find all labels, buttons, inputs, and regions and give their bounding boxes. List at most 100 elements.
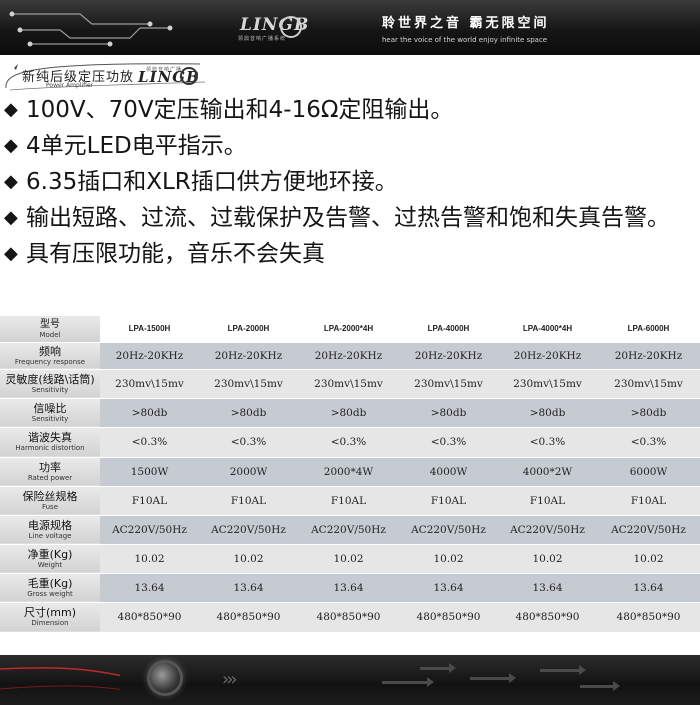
spec-label: 频响 Frequency response <box>0 342 100 369</box>
spec-cell: >80db <box>399 398 498 427</box>
spec-label-en: Harmonic distortion <box>15 444 85 452</box>
product-title: 新纯后级定压功放 Power Amplifier 领鼎音响广播 LINGB <box>0 58 700 92</box>
spec-cell: F10AL <box>597 486 700 515</box>
spec-cell: 480*850*90 <box>498 602 597 632</box>
spec-cell: 4000*2W <box>498 457 597 486</box>
spec-label-cn: 型号 <box>40 318 60 330</box>
spec-label-en: Weight <box>37 560 63 569</box>
spec-label: 灵敏度(线路\话筒) Sensitivity <box>0 369 100 398</box>
spec-row-model: 型号 Model LPA-1500H LPA-2000H LPA-2000*4H … <box>0 316 700 342</box>
spec-cell: 480*850*90 <box>100 602 199 632</box>
spec-label-cn: 保险丝规格 <box>22 489 78 503</box>
spec-cell: 480*850*90 <box>298 602 399 632</box>
brand-logo: LINGB 领鼎音响广播系统 <box>236 14 308 42</box>
spec-cell: 20Hz-20KHz <box>399 342 498 369</box>
spec-label-cn: 信噪比 <box>33 401 67 415</box>
spec-cell: <0.3% <box>597 427 700 457</box>
spec-row-power: 功率 Rated power 1500W 2000W 2000*4W 4000W … <box>0 457 700 486</box>
feature-item: ◆ 100V、70V定压输出和4-16Ω定阻输出。 <box>0 92 700 128</box>
spec-row-gross-weight: 毛重(Kg) Gross weight 13.64 13.64 13.64 13.… <box>0 573 700 602</box>
spec-cell: 20Hz-20KHz <box>298 342 399 369</box>
spec-cell: 4000W <box>399 457 498 486</box>
spec-label: 净重(Kg) Weight <box>0 544 100 573</box>
spec-label-en: Line voltage <box>28 531 72 540</box>
spec-cell: 230mv\15mv <box>597 369 700 398</box>
spec-cell: >80db <box>298 398 399 427</box>
knob-icon <box>150 663 180 693</box>
spec-cell: AC220V/50Hz <box>597 515 700 544</box>
spec-cell: 230mv\15mv <box>399 369 498 398</box>
diamond-bullet-icon: ◆ <box>4 243 18 264</box>
spec-cell: LPA-6000H <box>597 316 700 342</box>
feature-item: ◆ 输出短路、过流、过载保护及告警、过热告警和饱和失真告警。 <box>0 200 696 236</box>
spec-cell: LPA-1500H <box>100 316 199 342</box>
spec-cell: AC220V/50Hz <box>199 515 298 544</box>
spec-cell: F10AL <box>399 486 498 515</box>
feature-item: ◆ 具有压限功能，音乐不会失真 <box>0 236 700 272</box>
spec-cell: 10.02 <box>100 544 199 573</box>
diamond-bullet-icon: ◆ <box>4 207 18 228</box>
arrow-right-icon <box>420 663 456 673</box>
spec-cell: 230mv\15mv <box>498 369 597 398</box>
spec-row-distortion: 谐波失真 Harmonic distortion <0.3% <0.3% <0.3… <box>0 427 700 457</box>
feature-item: ◆ 4单元LED电平指示。 <box>0 128 700 164</box>
arrow-right-icon <box>580 681 620 691</box>
spec-cell: 13.64 <box>597 573 700 602</box>
spec-label: 保险丝规格 Fuse <box>0 486 100 515</box>
spec-cell: <0.3% <box>100 427 199 457</box>
spec-cell: LPA-4000H <box>399 316 498 342</box>
spec-cell: 10.02 <box>597 544 700 573</box>
spec-cell: 2000W <box>199 457 298 486</box>
spec-cell: <0.3% <box>498 427 597 457</box>
product-title-en: Power Amplifier <box>46 82 94 89</box>
spec-label-en: Rated power <box>27 473 73 482</box>
arrow-right-icon <box>470 673 516 683</box>
arrow-right-icon <box>382 677 434 687</box>
feature-text: 100V、70V定压输出和4-16Ω定阻输出。 <box>26 97 454 123</box>
spec-label-cn: 毛重(Kg) <box>27 576 73 590</box>
spec-cell: 480*850*90 <box>399 602 498 632</box>
spec-cell: 6000W <box>597 457 700 486</box>
spec-label-cn: 谐波失真 <box>28 431 72 444</box>
spec-cell: 230mv\15mv <box>100 369 199 398</box>
spec-cell: 10.02 <box>498 544 597 573</box>
spec-row-dimension: 尺寸(mm) Dimension 480*850*90 480*850*90 48… <box>0 602 700 632</box>
spec-label-en: Frequency response <box>14 357 86 366</box>
spec-table: 型号 Model LPA-1500H LPA-2000H LPA-2000*4H … <box>0 316 700 633</box>
spec-label-cn: 频响 <box>39 344 61 358</box>
spec-cell: 480*850*90 <box>597 602 700 632</box>
spec-cell: <0.3% <box>298 427 399 457</box>
spec-cell: LPA-4000*4H <box>498 316 597 342</box>
spec-label-cn: 净重(Kg) <box>27 547 73 561</box>
spec-label: 型号 Model <box>0 316 100 342</box>
product-logo-ring-icon <box>180 67 198 85</box>
spec-cell: F10AL <box>298 486 399 515</box>
spec-cell: 13.64 <box>498 573 597 602</box>
feature-list: ◆ 100V、70V定压输出和4-16Ω定阻输出。 ◆ 4单元LED电平指示。 … <box>0 92 700 272</box>
spec-cell: 20Hz-20KHz <box>199 342 298 369</box>
spec-row-snr: 信噪比 Sensitivity >80db >80db >80db >80db >… <box>0 398 700 427</box>
spec-label-en: Sensitivity <box>31 385 69 394</box>
spec-label: 信噪比 Sensitivity <box>0 398 100 427</box>
spec-row-weight: 净重(Kg) Weight 10.02 10.02 10.02 10.02 10.… <box>0 544 700 573</box>
spec-row-line-voltage: 电源规格 Line voltage AC220V/50Hz AC220V/50Hz… <box>0 515 700 544</box>
spec-cell: 10.02 <box>399 544 498 573</box>
spec-label-en: Sensitivity <box>31 414 69 423</box>
feature-item: ◆ 6.35插口和XLR插口供方便地环接。 <box>0 164 700 200</box>
spec-cell: 13.64 <box>100 573 199 602</box>
spec-label: 谐波失真 Harmonic distortion <box>0 427 100 457</box>
spec-cell: F10AL <box>199 486 298 515</box>
spec-label: 电源规格 Line voltage <box>0 515 100 544</box>
spec-label-cn: 电源规格 <box>28 518 72 532</box>
spec-cell: 13.64 <box>298 573 399 602</box>
feature-text: 4单元LED电平指示。 <box>26 133 247 159</box>
spec-label-en: Model <box>39 330 61 339</box>
spec-cell: 13.64 <box>199 573 298 602</box>
spec-label: 毛重(Kg) Gross weight <box>0 573 100 602</box>
diamond-bullet-icon: ◆ <box>4 135 18 156</box>
spec-cell: F10AL <box>498 486 597 515</box>
spec-cell: F10AL <box>100 486 199 515</box>
slogan-chinese: 聆世界之音 霸无限空间 <box>382 16 550 31</box>
spec-cell: >80db <box>498 398 597 427</box>
feature-text: 6.35插口和XLR插口供方便地环接。 <box>26 169 398 195</box>
